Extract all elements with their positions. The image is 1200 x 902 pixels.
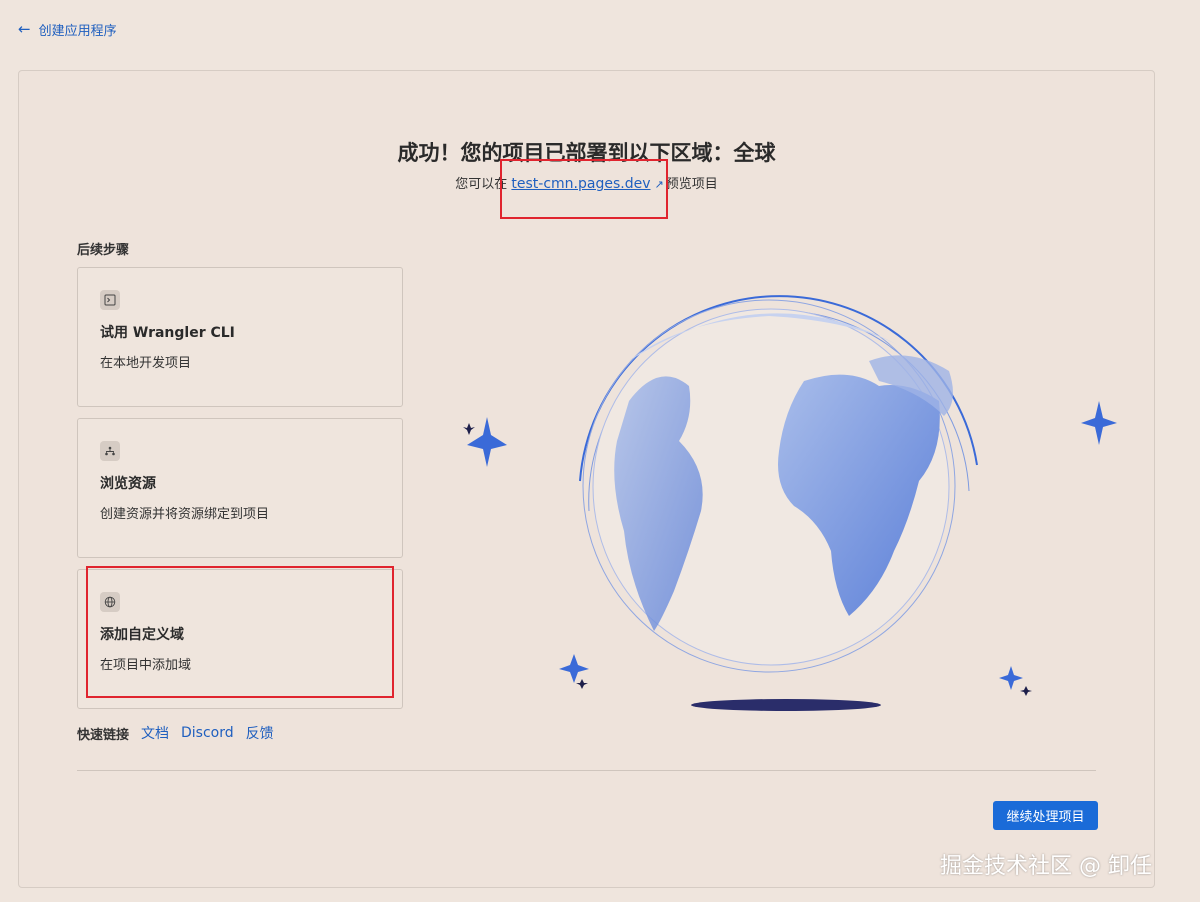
quick-links: 快速链接 文档 Discord 反馈 <box>77 723 274 743</box>
step-desc: 创建资源并将资源绑定到项目 <box>100 507 270 522</box>
step-card-resources[interactable]: 浏览资源 创建资源并将资源绑定到项目 <box>77 418 403 558</box>
step-title: 浏览资源 <box>100 476 156 492</box>
terminal-icon <box>100 290 120 310</box>
step-desc: 在本地开发项目 <box>100 356 192 371</box>
divider <box>77 770 1096 771</box>
back-link[interactable]: ← 创建应用程序 <box>18 20 117 40</box>
highlight-box-domain <box>86 566 394 698</box>
next-steps-label: 后续步骤 <box>77 243 130 258</box>
arrow-left-icon: ← <box>18 20 31 38</box>
continue-button[interactable]: 继续处理项目 <box>993 801 1098 830</box>
highlight-box-link <box>500 159 668 219</box>
subtitle-suffix: 预览项目 <box>665 177 718 192</box>
quick-link-docs[interactable]: 文档 <box>141 723 169 743</box>
deploy-success-card: 成功！您的项目已部署到以下区域：全球 您可以在 test-cmn.pages.d… <box>18 70 1155 888</box>
back-link-label: 创建应用程序 <box>38 24 117 39</box>
bindings-icon <box>100 441 120 461</box>
quick-link-discord[interactable]: Discord <box>181 725 234 741</box>
quick-link-feedback[interactable]: 反馈 <box>246 723 274 743</box>
globe-illustration <box>463 295 1117 711</box>
step-card-wrangler[interactable]: 试用 Wrangler CLI 在本地开发项目 <box>77 267 403 407</box>
step-title: 试用 Wrangler CLI <box>100 325 235 341</box>
watermark: 掘金技术社区 @ 卸任 <box>940 854 1152 879</box>
quick-links-label: 快速链接 <box>77 727 130 743</box>
